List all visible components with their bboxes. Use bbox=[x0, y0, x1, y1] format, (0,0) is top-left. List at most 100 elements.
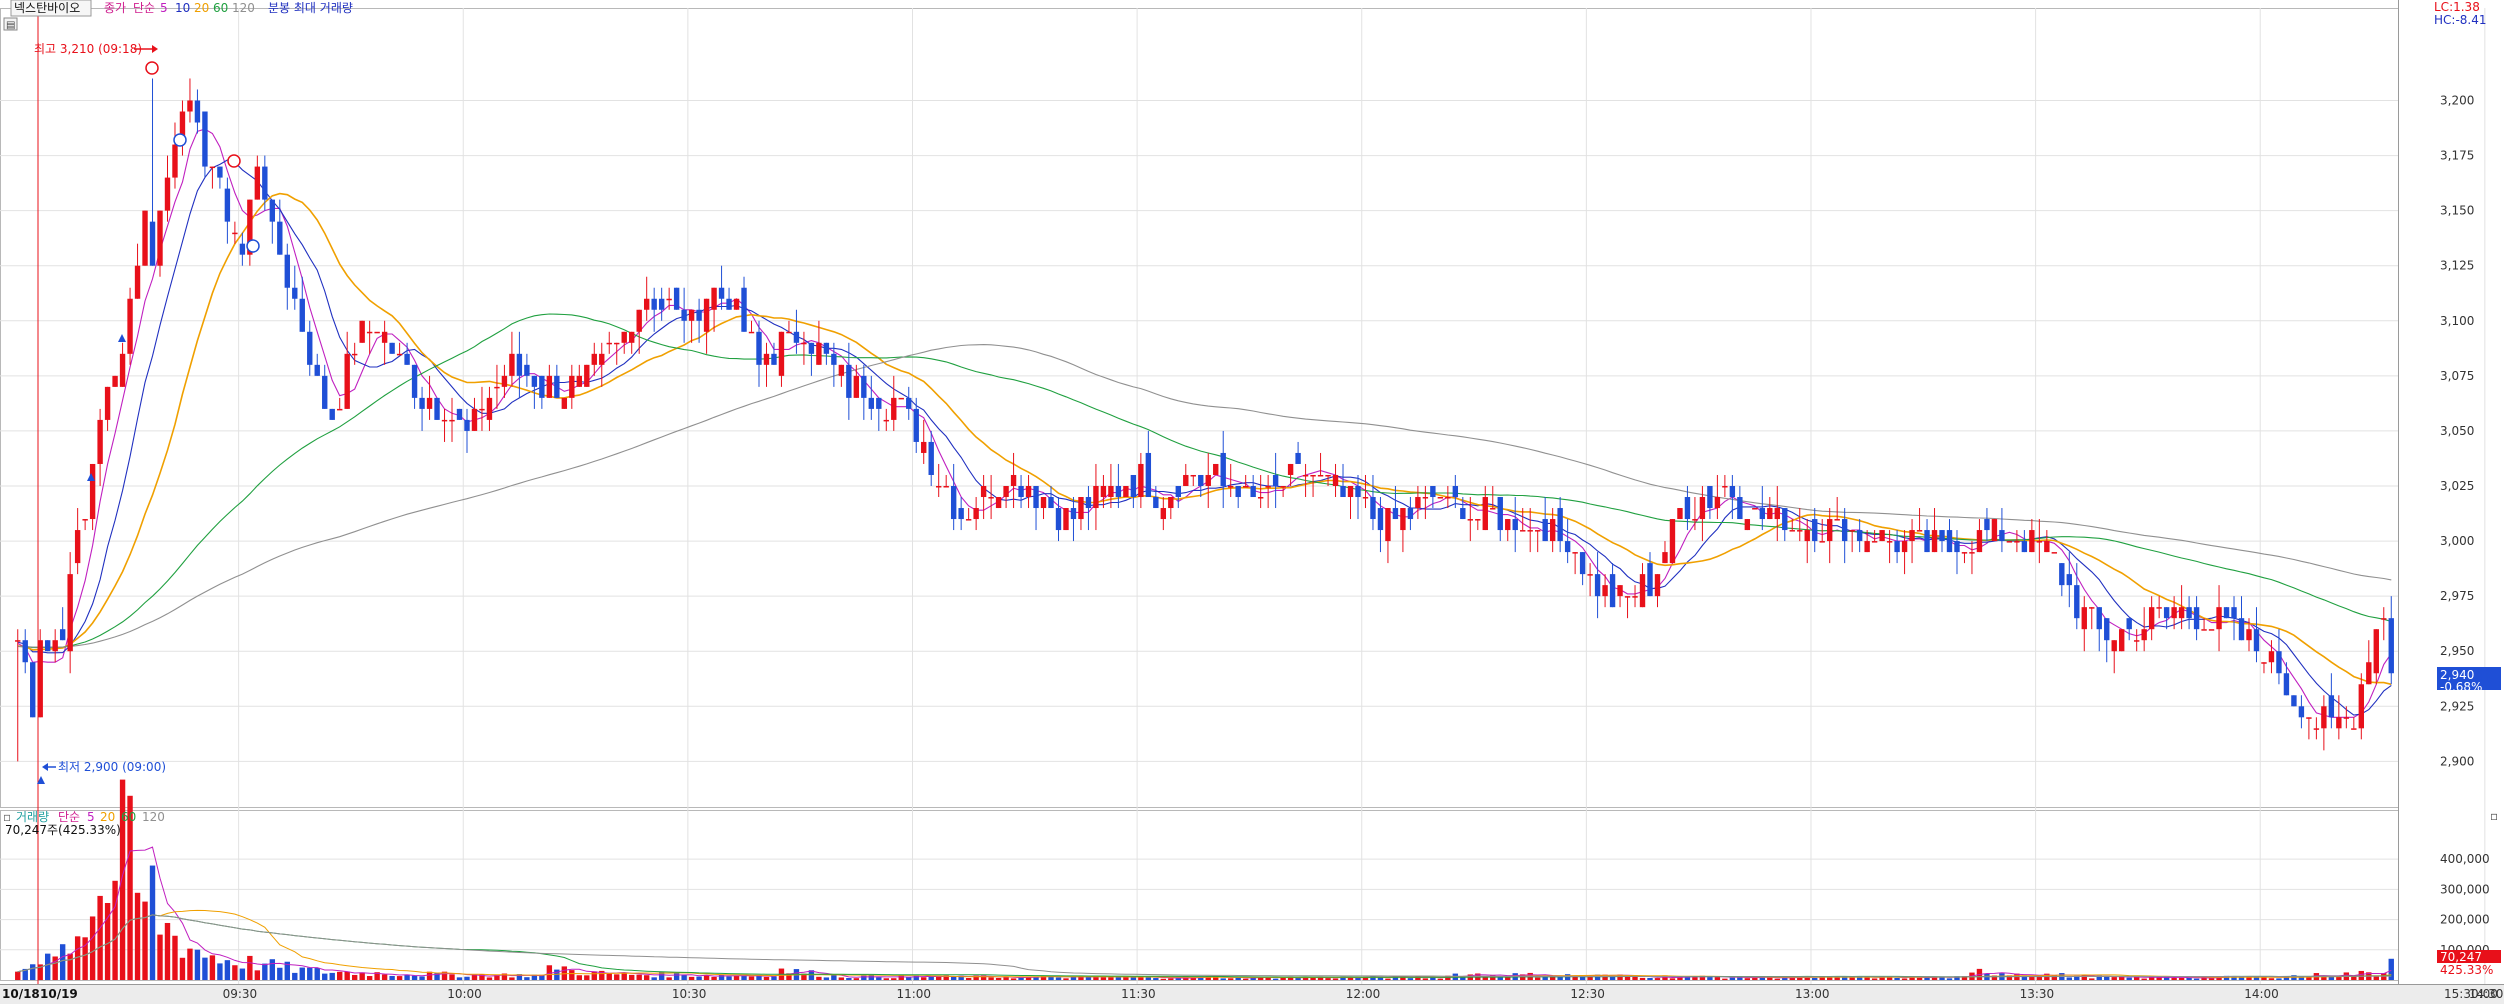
candle bbox=[658, 287, 665, 321]
volume-bar bbox=[711, 976, 717, 980]
candle-body bbox=[2298, 706, 2305, 718]
candle-body bbox=[1190, 474, 1196, 477]
volume-panel-close-icon[interactable]: ▫ bbox=[2490, 809, 2498, 823]
candle-body bbox=[1205, 474, 1211, 486]
volume-bar bbox=[187, 948, 193, 980]
candle bbox=[1415, 486, 1421, 520]
volume-bar bbox=[1422, 978, 1429, 980]
candle-body bbox=[2216, 607, 2222, 630]
volume-bar bbox=[823, 977, 830, 980]
candle bbox=[1183, 463, 1189, 486]
candle-body bbox=[1767, 508, 1773, 520]
candle bbox=[1976, 519, 1983, 553]
volume-bar bbox=[524, 977, 530, 980]
candle-body bbox=[389, 342, 395, 354]
candle bbox=[1609, 563, 1616, 608]
candle-body bbox=[524, 364, 530, 376]
candle bbox=[1752, 508, 1758, 510]
volume-axis: 100,000200,000300,000400,000 bbox=[2440, 852, 2490, 957]
volume-bar bbox=[569, 970, 575, 980]
candle-body bbox=[1482, 497, 1488, 531]
volume-bar bbox=[2066, 977, 2072, 980]
candle-body bbox=[1587, 574, 1593, 576]
volume-bar bbox=[965, 978, 972, 980]
candle bbox=[2014, 530, 2020, 553]
candle-body bbox=[906, 397, 912, 409]
candle-body bbox=[965, 519, 972, 521]
candle-body bbox=[351, 353, 358, 356]
candle-body bbox=[1834, 519, 1840, 521]
candle-layer[interactable] bbox=[15, 78, 2394, 762]
candle-body bbox=[2014, 541, 2020, 543]
volume-bar bbox=[1782, 978, 1788, 980]
candle-body bbox=[1160, 508, 1167, 520]
candle-body bbox=[52, 640, 58, 652]
candle-body bbox=[187, 100, 193, 112]
candle bbox=[30, 662, 36, 718]
candle-body bbox=[1579, 552, 1586, 575]
volume-bar bbox=[853, 978, 860, 980]
volume-bar bbox=[726, 976, 732, 980]
candle bbox=[681, 287, 687, 343]
candle bbox=[1841, 508, 1848, 564]
candle bbox=[1579, 552, 1586, 586]
candle-body bbox=[1093, 486, 1099, 509]
candle bbox=[479, 386, 485, 431]
volume-bar bbox=[1534, 977, 1541, 980]
candle-body bbox=[2336, 717, 2342, 729]
signal-marker bbox=[145, 61, 159, 75]
candle-body bbox=[2351, 728, 2357, 730]
candle bbox=[262, 155, 268, 211]
volume-bar bbox=[262, 963, 268, 980]
candle bbox=[651, 287, 657, 332]
volume-bar bbox=[1901, 978, 1908, 980]
volume-legend: ▫ 거래량 단순 5 20 60 120 70,247주(425.33%) ▫ bbox=[3, 809, 2498, 837]
candle bbox=[629, 331, 635, 354]
candle bbox=[1512, 497, 1518, 553]
volume-bar bbox=[202, 957, 208, 980]
candle bbox=[2381, 607, 2387, 641]
candle bbox=[2021, 530, 2028, 553]
candle-body bbox=[426, 397, 433, 409]
candle-body bbox=[2186, 607, 2192, 619]
candle bbox=[59, 607, 66, 641]
candle-body bbox=[1123, 486, 1129, 498]
candle bbox=[554, 364, 560, 398]
candle-body bbox=[876, 397, 882, 409]
candle-body bbox=[778, 331, 785, 376]
volume-legend-ma120: 120 bbox=[142, 810, 165, 824]
volume-bar bbox=[209, 955, 216, 980]
candle bbox=[1707, 486, 1713, 520]
candle bbox=[584, 364, 590, 387]
candle-body bbox=[2208, 629, 2215, 631]
candle-body bbox=[1078, 497, 1084, 520]
candle bbox=[1804, 519, 1810, 564]
candle bbox=[1632, 585, 1638, 608]
candle-body bbox=[1242, 486, 1249, 488]
candle bbox=[1175, 486, 1181, 509]
candle bbox=[928, 430, 934, 486]
candle bbox=[194, 89, 201, 134]
candle-body bbox=[1130, 474, 1137, 498]
candle-body bbox=[1033, 486, 1039, 509]
candle-body bbox=[1332, 474, 1339, 486]
volume-bar bbox=[134, 892, 141, 980]
candle-body bbox=[2276, 651, 2282, 674]
volume-bar bbox=[404, 975, 410, 980]
volume-bar bbox=[861, 975, 867, 980]
candle-body bbox=[1924, 530, 1930, 553]
candle bbox=[1040, 497, 1047, 520]
candle-body bbox=[688, 309, 695, 321]
candle bbox=[1063, 508, 1069, 531]
candle-body bbox=[1789, 530, 1795, 532]
candle bbox=[1377, 497, 1384, 553]
volume-bar bbox=[763, 976, 770, 980]
candle-body bbox=[2268, 651, 2275, 663]
candle bbox=[2081, 596, 2087, 652]
volume-bar bbox=[277, 967, 283, 980]
candle bbox=[2208, 629, 2215, 631]
chart-canvas[interactable]: 2,900 2,925 2,950 2,975 3,000 3,025 3,050 3,075… bbox=[0, 0, 2504, 1004]
candle-body bbox=[539, 375, 545, 398]
candle bbox=[950, 463, 957, 531]
candle-body bbox=[1991, 519, 1998, 542]
